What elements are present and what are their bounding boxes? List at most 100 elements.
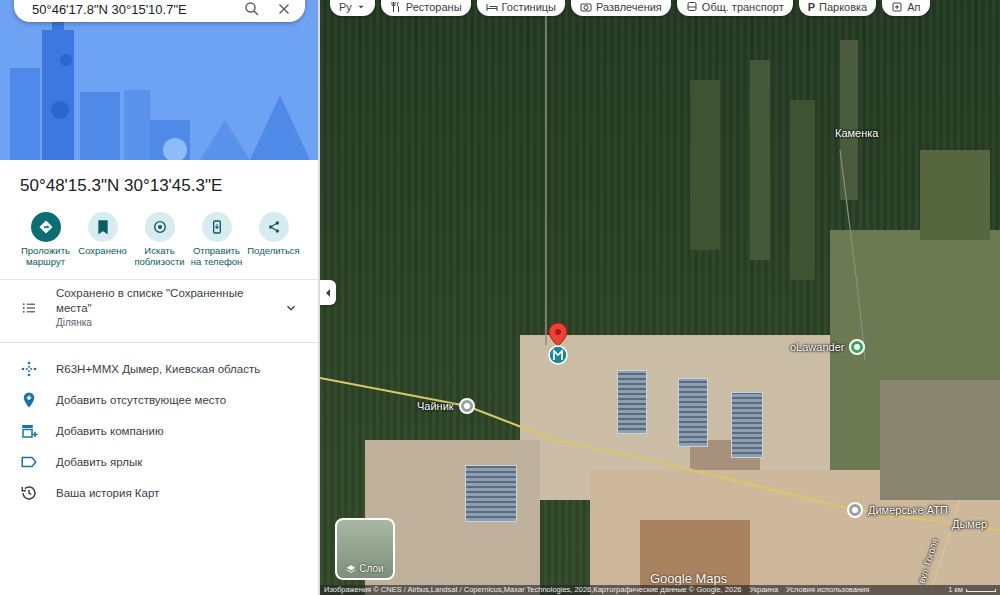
category-chip[interactable]: Ру [330, 0, 375, 16]
action-circle[interactable] [145, 212, 175, 242]
saved-list-name: Сохранено в списке "Сохраненные места" [56, 286, 266, 316]
category-chip[interactable]: Развлечения [571, 0, 671, 16]
place-title: 50°48'15.3"N 30°13'45.3"E [0, 160, 318, 204]
pin-dot [852, 507, 858, 513]
hotel-icon [486, 1, 498, 13]
plus-code-icon [20, 360, 38, 378]
place-name[interactable]: Дымер [952, 518, 987, 530]
directions-icon [38, 219, 54, 235]
chip-label[interactable]: Ру [339, 1, 352, 13]
action-button[interactable]: Проложить маршрут [17, 212, 74, 267]
place-pin-icon[interactable] [849, 339, 865, 355]
detail-row[interactable]: Добавить компанию [0, 415, 318, 446]
place-pin-icon[interactable] [459, 398, 475, 414]
field-patch [880, 380, 1000, 500]
restaurant-icon [390, 1, 402, 13]
city-illustration-icon [0, 0, 318, 160]
map-place-label[interactable]: oLawander [790, 339, 865, 355]
action-label[interactable]: Отправить на телефон [188, 245, 245, 267]
collapse-arrow-icon [324, 288, 332, 298]
terms-link[interactable]: Условия использования [786, 585, 869, 595]
chevron-down-icon[interactable] [284, 301, 298, 315]
parking-icon: P [808, 1, 815, 13]
detail-row[interactable]: Добавить ярлык [0, 446, 318, 477]
detail-row[interactable]: R63H+MMX Дымер, Киевская область [0, 353, 318, 384]
place-name[interactable]: Каменка [835, 127, 878, 139]
detail-row[interactable]: Ваша история Карт [0, 477, 318, 508]
phone-icon [209, 219, 225, 235]
map-place-label[interactable]: Дымер [952, 518, 987, 530]
chip-label[interactable]: Гостиницы [502, 1, 556, 13]
action-button[interactable]: Искать поблизости [131, 212, 188, 267]
place-name[interactable]: Димерське АТП [868, 504, 948, 516]
field-patch [750, 60, 770, 260]
label-icon [20, 453, 38, 471]
layers-button[interactable]: Слои [335, 518, 395, 580]
bookmark-icon [95, 219, 111, 235]
map-place-label[interactable]: Чайник [417, 398, 475, 414]
chip-label[interactable]: Ап [907, 1, 920, 13]
action-circle[interactable] [88, 212, 118, 242]
detail-text[interactable]: Ваша история Карт [56, 487, 159, 499]
chip-label[interactable]: Развлечения [596, 1, 662, 13]
action-circle[interactable] [259, 212, 289, 242]
selected-location-marker[interactable] [547, 322, 569, 366]
category-chip[interactable]: Рестораны [381, 0, 471, 16]
location-pin-icon [547, 322, 569, 366]
place-name[interactable]: oLawander [790, 341, 844, 353]
action-label[interactable]: Поделиться [247, 245, 299, 256]
close-icon[interactable] [275, 0, 293, 18]
header-illustration: 50°46'17.8"N 30°15'10.7"E [0, 0, 318, 160]
category-chip[interactable]: P Парковка [799, 0, 877, 16]
satellite-map[interactable]: Ру Рестораны Гостиницы Развлечения Общ. тран… [320, 0, 1000, 595]
detail-text[interactable]: Добавить компанию [56, 425, 164, 437]
field-patch [690, 80, 720, 250]
category-chip[interactable]: Ап [882, 0, 929, 16]
saved-list-row[interactable]: Сохранено в списке "Сохраненные места"Ді… [0, 280, 318, 330]
layers-label[interactable]: Слои [346, 563, 383, 574]
category-chip[interactable]: Общ. транспорт [677, 0, 793, 16]
search-box[interactable]: 50°46'17.8"N 30°15'10.7"E [14, 0, 305, 22]
pharmacy-icon [891, 1, 903, 13]
detail-text[interactable]: Добавить отсутствующее место [56, 394, 226, 406]
layers-icon [346, 564, 356, 574]
chip-label[interactable]: Общ. транспорт [702, 1, 784, 13]
detail-text[interactable]: R63H+MMX Дымер, Киевская область [56, 363, 260, 375]
pin-dot [854, 344, 860, 350]
field-patch [920, 150, 990, 240]
action-circle[interactable] [31, 212, 61, 242]
map-place-label[interactable]: Димерське АТП [847, 502, 948, 518]
action-circle[interactable] [202, 212, 232, 242]
action-button[interactable]: Сохранено [74, 212, 131, 267]
detail-row[interactable]: Добавить отсутствующее место [0, 384, 318, 415]
collapse-panel-button[interactable] [320, 280, 336, 305]
place-pin-icon[interactable] [847, 502, 863, 518]
action-button[interactable]: Поделиться [245, 212, 302, 267]
category-chip[interactable]: Гостиницы [477, 0, 565, 16]
divider [0, 279, 318, 280]
search-input[interactable]: 50°46'17.8"N 30°15'10.7"E [32, 2, 229, 18]
scale-line [966, 589, 996, 592]
attribution-bar: Изображения © CNES / Airbus,Landsat / Co… [320, 585, 1000, 595]
bus-icon [686, 1, 698, 13]
list-icon [20, 299, 38, 317]
field-patch [790, 100, 815, 280]
dropdown-arrow-icon[interactable] [356, 2, 366, 12]
search-icon[interactable] [243, 0, 261, 18]
scale-bar[interactable]: 1 км [948, 585, 996, 595]
map-place-label[interactable]: Каменка [835, 127, 878, 139]
action-label[interactable]: Сохранено [78, 245, 126, 256]
action-label[interactable]: Проложить маршрут [17, 245, 74, 267]
saved-text-block: Сохранено в списке "Сохраненные места"Ді… [56, 286, 266, 330]
share-icon [266, 219, 282, 235]
chip-label[interactable]: Рестораны [406, 1, 462, 13]
solar-array [465, 465, 517, 522]
chip-label[interactable]: Парковка [819, 1, 867, 13]
action-label[interactable]: Искать поблизости [131, 245, 188, 267]
detail-text[interactable]: Добавить ярлык [56, 456, 142, 468]
action-button[interactable]: Отправить на телефон [188, 212, 245, 267]
place-name[interactable]: Чайник [417, 400, 454, 412]
category-chips: Ру Рестораны Гостиницы Развлечения Общ. тран… [330, 0, 930, 16]
place-panel: 50°46'17.8"N 30°15'10.7"E 50°48'15.3"N 30… [0, 0, 320, 595]
google-maps-screen: 50°46'17.8"N 30°15'10.7"E 50°48'15.3"N 30… [0, 0, 1000, 595]
